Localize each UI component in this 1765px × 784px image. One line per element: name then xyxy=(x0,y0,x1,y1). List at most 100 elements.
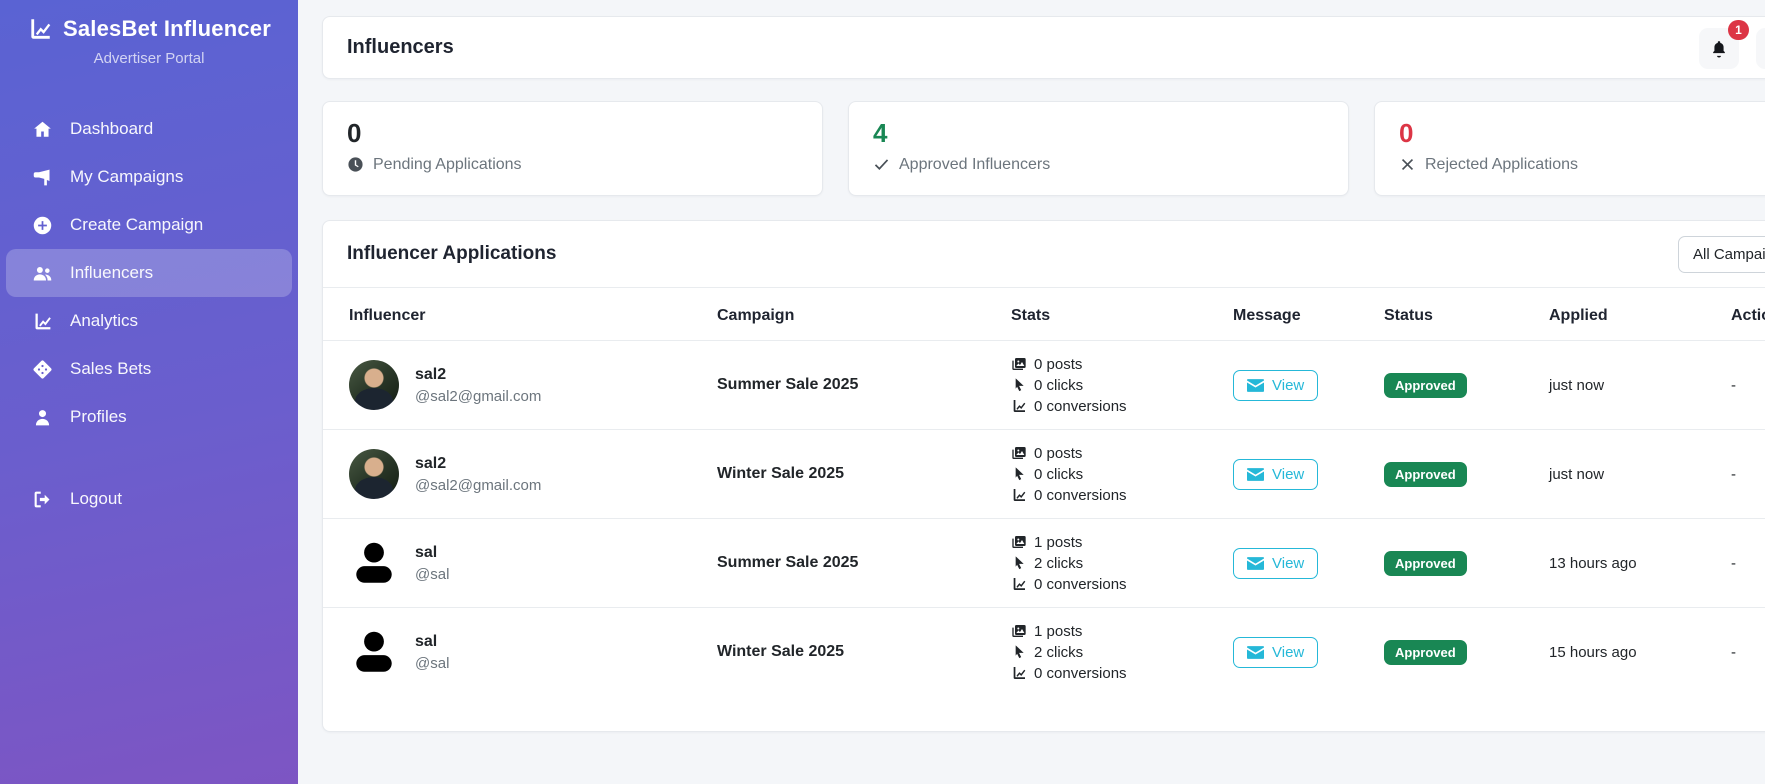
brand-subtitle: Advertiser Portal xyxy=(93,50,205,67)
notifications-button[interactable]: 1 xyxy=(1699,20,1749,69)
stat-card-approved: 4 Approved Influencers xyxy=(848,101,1349,196)
chart-line-icon xyxy=(31,19,51,39)
view-label: View xyxy=(1272,554,1305,572)
influencer-handle: @sal xyxy=(415,654,450,672)
view-message-button[interactable]: View xyxy=(1233,547,1319,579)
rejected-count: 0 xyxy=(1399,118,1414,148)
envelope-icon xyxy=(1247,556,1264,570)
plus-circle-icon xyxy=(30,215,54,236)
avatar xyxy=(349,538,399,588)
sidebar-item-label: Sales Bets xyxy=(70,359,152,378)
envelope-icon xyxy=(1247,378,1264,392)
view-label: View xyxy=(1272,465,1305,483)
view-label: View xyxy=(1272,643,1305,661)
sidebar-item-label: Influencers xyxy=(70,263,154,282)
cursor-icon xyxy=(1015,378,1024,392)
posts-stat: 0 posts xyxy=(1034,355,1083,373)
clicks-stat: 0 clicks xyxy=(1034,376,1084,394)
chart-line-icon xyxy=(30,311,54,332)
page-title: Influencers xyxy=(347,36,454,58)
avatar xyxy=(349,449,399,499)
applied-time: just now xyxy=(1549,376,1605,394)
cursor-icon xyxy=(1015,556,1024,570)
conversions-stat: 0 conversions xyxy=(1034,575,1127,593)
view-message-button[interactable]: View xyxy=(1233,636,1319,668)
sidebar-item-influencers[interactable]: Influencers xyxy=(6,249,292,297)
images-icon xyxy=(1012,536,1026,548)
influencer-handle: @sal2@gmail.com xyxy=(415,387,542,405)
megaphone-icon xyxy=(30,167,54,188)
campaign-filter-select[interactable]: All Campaigns xyxy=(1678,236,1765,273)
logout-icon xyxy=(30,489,54,510)
chart-line-icon xyxy=(1013,578,1026,590)
view-label: View xyxy=(1272,376,1305,394)
menu-button[interactable] xyxy=(1756,28,1765,69)
sidebar-nav: Dashboard My Campaigns Create Campaign I… xyxy=(0,105,298,523)
table-row: sal2 @sal2@gmail.com Winter Sale 2025 0 … xyxy=(323,429,1765,519)
app-root: SalesBet Influencer Advertiser Portal Da… xyxy=(0,0,1765,784)
stat-label: Pending Applications xyxy=(373,155,522,173)
person-silhouette-icon xyxy=(349,627,399,677)
sidebar-item-profiles[interactable]: Profiles xyxy=(6,393,292,441)
col-status: Status xyxy=(1384,307,1433,324)
chart-line-icon xyxy=(1013,489,1026,501)
col-applied: Applied xyxy=(1549,307,1608,324)
bell-icon xyxy=(1713,40,1725,57)
pending-count: 0 xyxy=(347,118,362,148)
applications-card-header: Influencer Applications All Campaigns xyxy=(323,221,1765,288)
influencer-name: sal2 xyxy=(415,454,447,472)
sidebar-item-label: Logout xyxy=(70,489,122,508)
table-row: sal @sal Summer Sale 2025 1 posts 2 clic… xyxy=(323,518,1765,608)
applications-card: Influencer Applications All Campaigns In… xyxy=(322,220,1765,732)
clicks-stat: 2 clicks xyxy=(1034,643,1084,661)
stat-label: Rejected Applications xyxy=(1425,155,1578,173)
campaign-name: Summer Sale 2025 xyxy=(717,554,859,571)
influencer-name: sal xyxy=(415,543,438,561)
sidebar-item-dashboard[interactable]: Dashboard xyxy=(6,105,292,153)
stats-row: 0 Pending Applications 4 Approved Influe… xyxy=(322,101,1765,196)
campaign-name: Summer Sale 2025 xyxy=(717,376,859,393)
stat-card-rejected: 0 Rejected Applications xyxy=(1374,101,1765,196)
check-icon xyxy=(874,159,889,171)
images-icon xyxy=(1012,358,1026,370)
col-actions: Actions xyxy=(1731,307,1765,324)
applications-table: Influencer Campaign Stats Message Status… xyxy=(323,288,1765,697)
view-message-button[interactable]: View xyxy=(1233,369,1319,401)
table-header-row: Influencer Campaign Stats Message Status… xyxy=(323,288,1765,341)
envelope-icon xyxy=(1247,645,1264,659)
stat-label: Approved Influencers xyxy=(899,155,1051,173)
sidebar-item-label: Create Campaign xyxy=(70,215,204,234)
actions-value: - xyxy=(1731,376,1736,394)
users-icon xyxy=(30,263,54,284)
avatar-photo xyxy=(349,449,399,499)
clicks-stat: 2 clicks xyxy=(1034,554,1084,572)
influencer-name: sal2 xyxy=(415,365,447,383)
status-badge: Approved xyxy=(1384,639,1467,665)
conversions-stat: 0 conversions xyxy=(1034,397,1127,415)
clock-icon xyxy=(348,157,363,172)
table-row: sal @sal Winter Sale 2025 1 posts 2 clic… xyxy=(323,607,1765,697)
sidebar-item-my-campaigns[interactable]: My Campaigns xyxy=(6,153,292,201)
sidebar-item-label: My Campaigns xyxy=(70,167,184,186)
view-message-button[interactable]: View xyxy=(1233,458,1319,490)
status-badge: Approved xyxy=(1384,550,1467,576)
sidebar-item-create-campaign[interactable]: Create Campaign xyxy=(6,201,292,249)
header-actions: 1 xyxy=(1699,20,1765,69)
applied-time: just now xyxy=(1549,465,1605,483)
sidebar-item-logout[interactable]: Logout xyxy=(6,475,292,523)
applications-title: Influencer Applications xyxy=(347,243,557,264)
brand: SalesBet Influencer Advertiser Portal xyxy=(0,0,298,67)
col-influencer: Influencer xyxy=(349,307,426,324)
chart-line-icon xyxy=(1013,400,1026,412)
influencer-handle: @sal2@gmail.com xyxy=(415,476,542,494)
images-icon xyxy=(1012,625,1026,638)
actions-value: - xyxy=(1731,465,1736,483)
notification-badge: 1 xyxy=(1728,20,1749,40)
sidebar-item-analytics[interactable]: Analytics xyxy=(6,297,292,345)
sidebar-item-label: Dashboard xyxy=(70,119,154,138)
avatar-photo xyxy=(349,360,399,410)
clicks-stat: 0 clicks xyxy=(1034,465,1084,483)
col-stats: Stats xyxy=(1011,307,1051,324)
sidebar-item-sales-bets[interactable]: Sales Bets xyxy=(6,345,292,393)
stat-card-pending: 0 Pending Applications xyxy=(322,101,823,196)
